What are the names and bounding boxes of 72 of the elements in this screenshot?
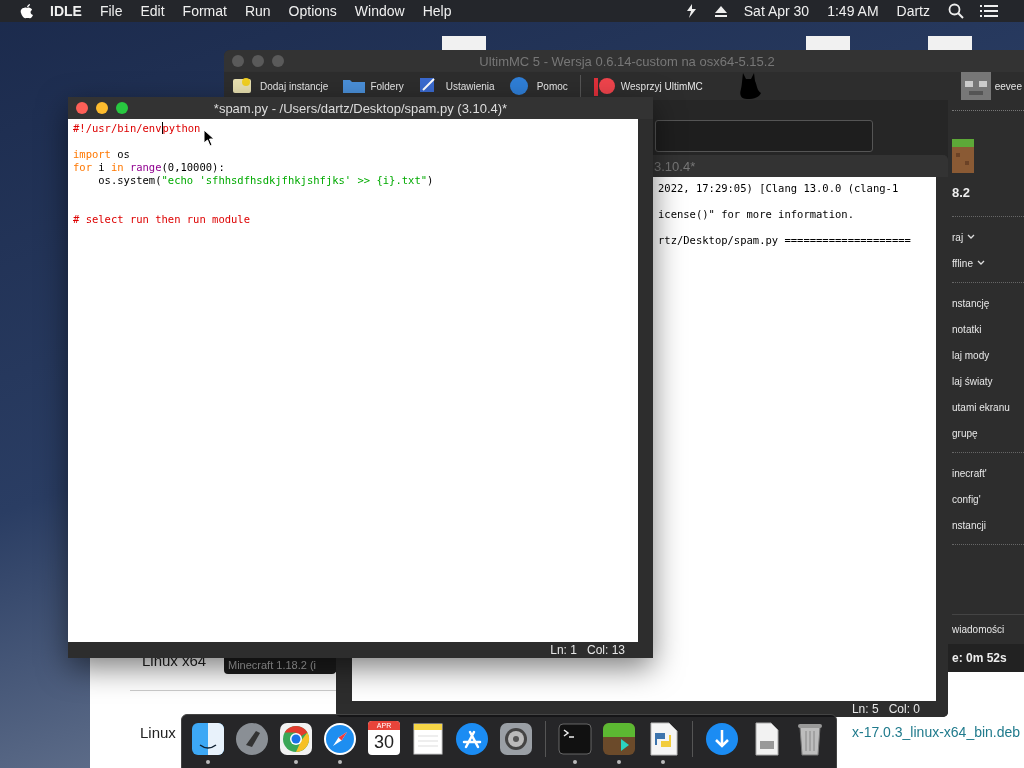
menu-item[interactable]: Run [244, 3, 271, 19]
menu-item[interactable]: Help [422, 3, 452, 19]
menu-item[interactable]: Window [354, 3, 405, 19]
column-number-text: Col: 13 [586, 643, 625, 657]
gear-icon[interactable] [498, 721, 534, 757]
user-name[interactable]: Dartz [896, 3, 930, 19]
menu-item[interactable]: Options [288, 3, 337, 19]
window-title: UltimMC 5 - Wersja 0.6.14-custom na osx64-5.15.2 [478, 53, 776, 69]
finder-icon[interactable] [190, 721, 226, 757]
notes-icon[interactable] [410, 721, 446, 757]
toolbar-button[interactable]: Wesprzyj UltimMC [590, 76, 705, 96]
code-line: #!/usr/bin/envpython [73, 122, 202, 135]
action-button[interactable]: grupę [952, 420, 1024, 446]
account-button[interactable]: eevee [958, 71, 1024, 101]
app-store-icon[interactable] [454, 721, 490, 757]
action-button[interactable]: notatki [952, 316, 1024, 342]
line-number-text: Ln: 5 [851, 702, 879, 716]
pointer-icon [203, 129, 215, 147]
toolbar-button[interactable]: Pomoc [506, 76, 570, 96]
line-number-text: Ln: 1 [550, 643, 577, 657]
toolbar-button[interactable]: Ustawienia [415, 76, 497, 96]
menu-item[interactable]: Edit [140, 3, 165, 19]
filter-field[interactable] [655, 120, 873, 152]
window-title: 3.10.4* [653, 158, 697, 174]
compass-icon[interactable] [322, 721, 358, 757]
logo-icon [592, 76, 617, 96]
close-button[interactable] [76, 102, 88, 114]
dropdown-button[interactable]: raj [952, 224, 1024, 250]
tooltip: Minecraft 1.18.2 (i [224, 658, 336, 674]
action-button[interactable]: laj światy [952, 368, 1024, 394]
action-button[interactable]: nstancji [952, 512, 1024, 538]
column-number-text: Col: 0 [888, 702, 920, 716]
action-button[interactable]: config' [952, 486, 1024, 512]
date-text[interactable]: Sat Apr 30 [743, 3, 810, 19]
toolbar-button[interactable]: Foldery [340, 76, 406, 96]
apple-icon[interactable] [20, 3, 34, 19]
action-button[interactable]: inecraft' [952, 460, 1024, 486]
menu-title[interactable]: IDLE [50, 3, 82, 19]
output-line: 2022, 17:29:05) [Clang 13.0.0 (clang-1 [658, 181, 900, 196]
clock-text[interactable]: 1:49 AM [827, 3, 879, 19]
eject-icon[interactable] [713, 4, 728, 18]
search-icon[interactable] [948, 3, 964, 19]
menu-item[interactable]: File [99, 3, 123, 19]
avatar-icon [960, 71, 991, 101]
caret-icon [976, 260, 985, 266]
dropdown-button[interactable]: ffline [952, 250, 1024, 276]
action-button[interactable]: nstancję [952, 290, 1024, 316]
caret-icon [967, 234, 976, 240]
output-line: rtz/Desktop/spam.py ==================== [658, 233, 912, 248]
version-text: 8.2 [952, 185, 972, 200]
grass-block-icon [952, 139, 974, 173]
zoom-button[interactable] [116, 102, 128, 114]
list-text: Linux [140, 724, 176, 741]
action-button[interactable]: utami ekranu [952, 394, 1024, 420]
window-title: *spam.py - /Users/dartz/Desktop/spam.py (3.10.4)* [212, 100, 509, 116]
download-link[interactable]: x-17.0.3_linux-x64_bin.deb [852, 724, 1021, 740]
browser-icon[interactable] [278, 721, 314, 757]
output-line: icense()" for more information. [658, 207, 855, 222]
grass-block-icon[interactable] [601, 721, 637, 757]
list-icon[interactable] [980, 4, 998, 18]
code-line: os.system("echo 'sfhhsdfhsdkjfhkjshfjks' >> {i}.txt") [97, 174, 435, 187]
play-time-text: e: 0m 52s [948, 644, 1024, 672]
code-area[interactable]: #!/usr/bin/envpython import os for i in range(0,10000): os.system("echo 'sfhhsdfhsdkjfhkjshfjks' >> {i}.txt") # select run then run module [68, 119, 638, 642]
action-button[interactable]: laj mody [952, 342, 1024, 368]
download-icon[interactable] [704, 721, 740, 757]
menu-item[interactable]: Format [182, 3, 227, 19]
code-line: for i in range(0,10000): [73, 161, 226, 174]
code-line: # select run then run module [73, 213, 251, 226]
minimize-button[interactable] [96, 102, 108, 114]
toolbar-button[interactable]: Dodaj instancje [230, 76, 331, 96]
terminal-icon[interactable] [557, 721, 593, 757]
code-line: import os [73, 148, 131, 161]
